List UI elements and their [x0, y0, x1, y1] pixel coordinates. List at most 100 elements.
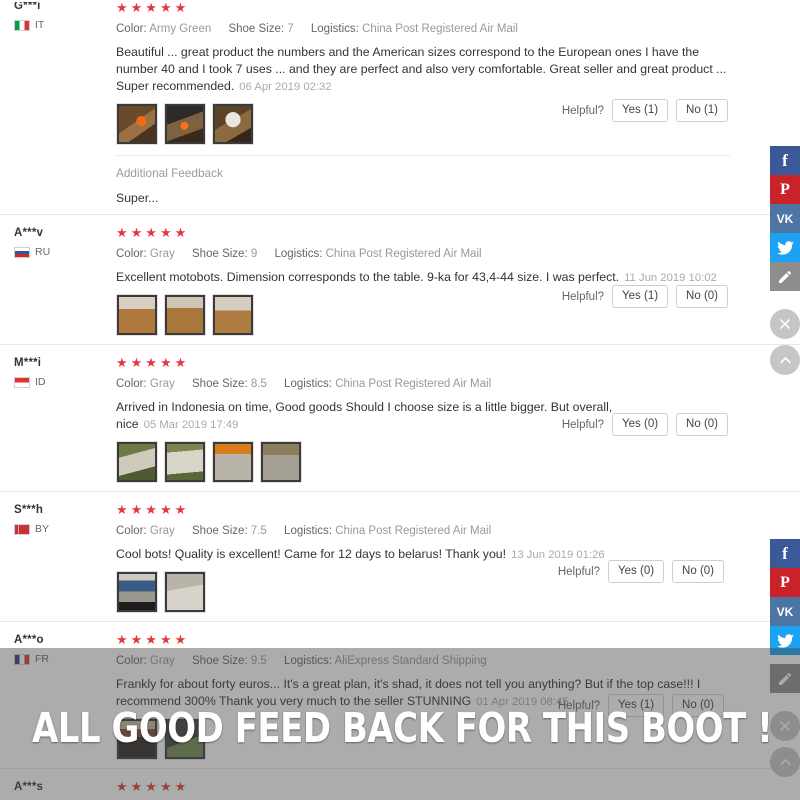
edit-pencil-icon[interactable] [770, 664, 800, 693]
review-thumbnail[interactable] [164, 294, 206, 336]
reviewer-name: A***s [14, 781, 44, 793]
twitter-icon[interactable] [770, 233, 800, 262]
review-body: ★★★★★ Color: Gray Shoe Size: 7.5 Logisti… [114, 502, 730, 613]
helpful-label: Helpful? [561, 418, 605, 431]
review-thumbnail[interactable] [164, 103, 206, 145]
reviewer-info: A***s RU [14, 779, 114, 800]
twitter-icon[interactable] [770, 626, 800, 655]
review-thumbnail[interactable] [260, 441, 302, 483]
helpful-no-button[interactable]: No (1) [676, 99, 728, 122]
review-thumbnail[interactable] [212, 441, 254, 483]
color-value: Gray [149, 655, 175, 667]
edit-pencil-icon[interactable] [770, 262, 800, 291]
logistics-value: China Post Registered Air Mail [362, 23, 518, 35]
logistics-value: China Post Registered Air Mail [335, 525, 492, 537]
review-thumbnail[interactable] [212, 294, 254, 336]
size-value: 9.5 [250, 655, 267, 667]
helpful-yes-button[interactable]: Yes (0) [612, 413, 669, 436]
logistics-label: Logistics: [284, 655, 332, 667]
facebook-icon[interactable]: f [770, 146, 800, 175]
review-thumbnail[interactable] [164, 718, 206, 760]
pinterest-icon[interactable]: P [770, 568, 800, 597]
helpful-yes-button[interactable]: Yes (1) [608, 694, 665, 717]
size-label: Shoe Size: [192, 378, 248, 390]
reviewer-name: G***i [14, 2, 41, 12]
country-code: IT [35, 19, 45, 31]
helpful-yes-button[interactable]: Yes (0) [608, 560, 665, 583]
review-item: S***h BY ★★★★★ Color: Gray Shoe Size: 7.… [0, 492, 800, 622]
review-item: A***s RU ★★★★★ Color: Gray Shoe Size: 8 … [0, 769, 800, 800]
helpful-no-button[interactable]: No (0) [672, 694, 724, 717]
pinterest-icon[interactable]: P [770, 175, 800, 204]
review-thumbnail[interactable] [116, 294, 158, 336]
logistics-value: AliExpress Standard Shipping [334, 655, 487, 667]
color-label: Color: [116, 378, 147, 390]
scroll-to-top-icon[interactable] [770, 345, 800, 375]
color-value: Gray [149, 525, 175, 537]
reviewer-country: RU [14, 246, 114, 258]
review-thumbnail[interactable] [164, 441, 206, 483]
reviewer-name: M***i [14, 357, 42, 369]
reviewer-info: S***h BY [14, 502, 114, 613]
review-body: ★★★★★ Color: Gray Shoe Size: 9 Logistics… [114, 225, 730, 336]
additional-feedback-text: Super... [116, 191, 159, 205]
review-page: G***i IT ★★★★★ Color: Army Green Shoe Si… [0, 0, 800, 800]
helpful-no-button[interactable]: No (0) [676, 285, 728, 308]
reviewer-info: M***i ID [14, 355, 114, 483]
facebook-icon[interactable]: f [770, 539, 800, 568]
star-rating: ★★★★★ [116, 502, 190, 517]
reviewer-info: G***i IT [14, 0, 114, 206]
helpful-yes-button[interactable]: Yes (1) [612, 285, 669, 308]
color-value: Army Green [149, 23, 212, 35]
review-attributes: Color: Gray Shoe Size: 9.5 Logistics: Al… [116, 654, 730, 669]
review-thumbnail[interactable] [116, 571, 158, 613]
helpful-label: Helpful? [557, 565, 601, 578]
review-item: G***i IT ★★★★★ Color: Army Green Shoe Si… [0, 0, 800, 215]
helpful-label: Helpful? [557, 699, 601, 712]
country-code: ID [35, 376, 46, 388]
vk-icon[interactable]: VK [770, 597, 800, 626]
logistics-value: China Post Registered Air Mail [325, 248, 482, 260]
color-label: Color: [116, 655, 147, 667]
review-thumbnails [116, 718, 730, 760]
star-rating: ★★★★★ [116, 225, 190, 240]
review-thumbnail[interactable] [116, 718, 158, 760]
logistics-value: China Post Registered Air Mail [335, 378, 492, 390]
reviewer-country: BY [14, 523, 114, 535]
country-code: RU [35, 246, 51, 258]
social-share-rail: f P VK [770, 146, 800, 375]
review-item: A***o FR ★★★★★ Color: Gray Shoe Size: 9.… [0, 622, 800, 769]
helpful-no-button[interactable]: No (0) [676, 413, 728, 436]
size-label: Shoe Size: [192, 655, 248, 667]
flag-by-icon [14, 523, 30, 535]
helpful-yes-button[interactable]: Yes (1) [612, 99, 669, 122]
review-text: Cool bots! Quality is excellent! Came fo… [116, 547, 507, 561]
star-rating: ★★★★★ [116, 0, 190, 15]
review-thumbnail[interactable] [116, 441, 158, 483]
review-thumbnail[interactable] [164, 571, 206, 613]
review-attributes: Color: Gray Shoe Size: 8.5 Logistics: Ch… [116, 377, 730, 392]
flag-ru-icon [14, 246, 30, 258]
logistics-label: Logistics: [284, 378, 332, 390]
color-value: Gray [149, 378, 175, 390]
review-thumbnails [116, 441, 730, 483]
helpful-no-button[interactable]: No (0) [672, 560, 724, 583]
scroll-to-top-icon[interactable] [770, 747, 800, 777]
review-attributes: Color: Army Green Shoe Size: 7 Logistics… [116, 22, 730, 37]
helpful-label: Helpful? [561, 104, 605, 117]
review-item: A***v RU ★★★★★ Color: Gray Shoe Size: 9 … [0, 215, 800, 345]
star-rating: ★★★★★ [116, 779, 190, 794]
flag-fr-icon [14, 653, 30, 665]
color-label: Color: [116, 23, 147, 35]
star-rating: ★★★★★ [116, 355, 190, 370]
close-icon[interactable] [770, 309, 800, 339]
logistics-label: Logistics: [274, 248, 323, 260]
vk-icon[interactable]: VK [770, 204, 800, 233]
review-thumbnail[interactable] [116, 103, 158, 145]
size-value: 9 [250, 248, 258, 260]
reviewer-name: S***h [14, 504, 44, 516]
flag-it-icon [14, 19, 30, 31]
close-icon[interactable] [770, 711, 800, 741]
logistics-label: Logistics: [310, 23, 359, 35]
review-thumbnail[interactable] [212, 103, 254, 145]
